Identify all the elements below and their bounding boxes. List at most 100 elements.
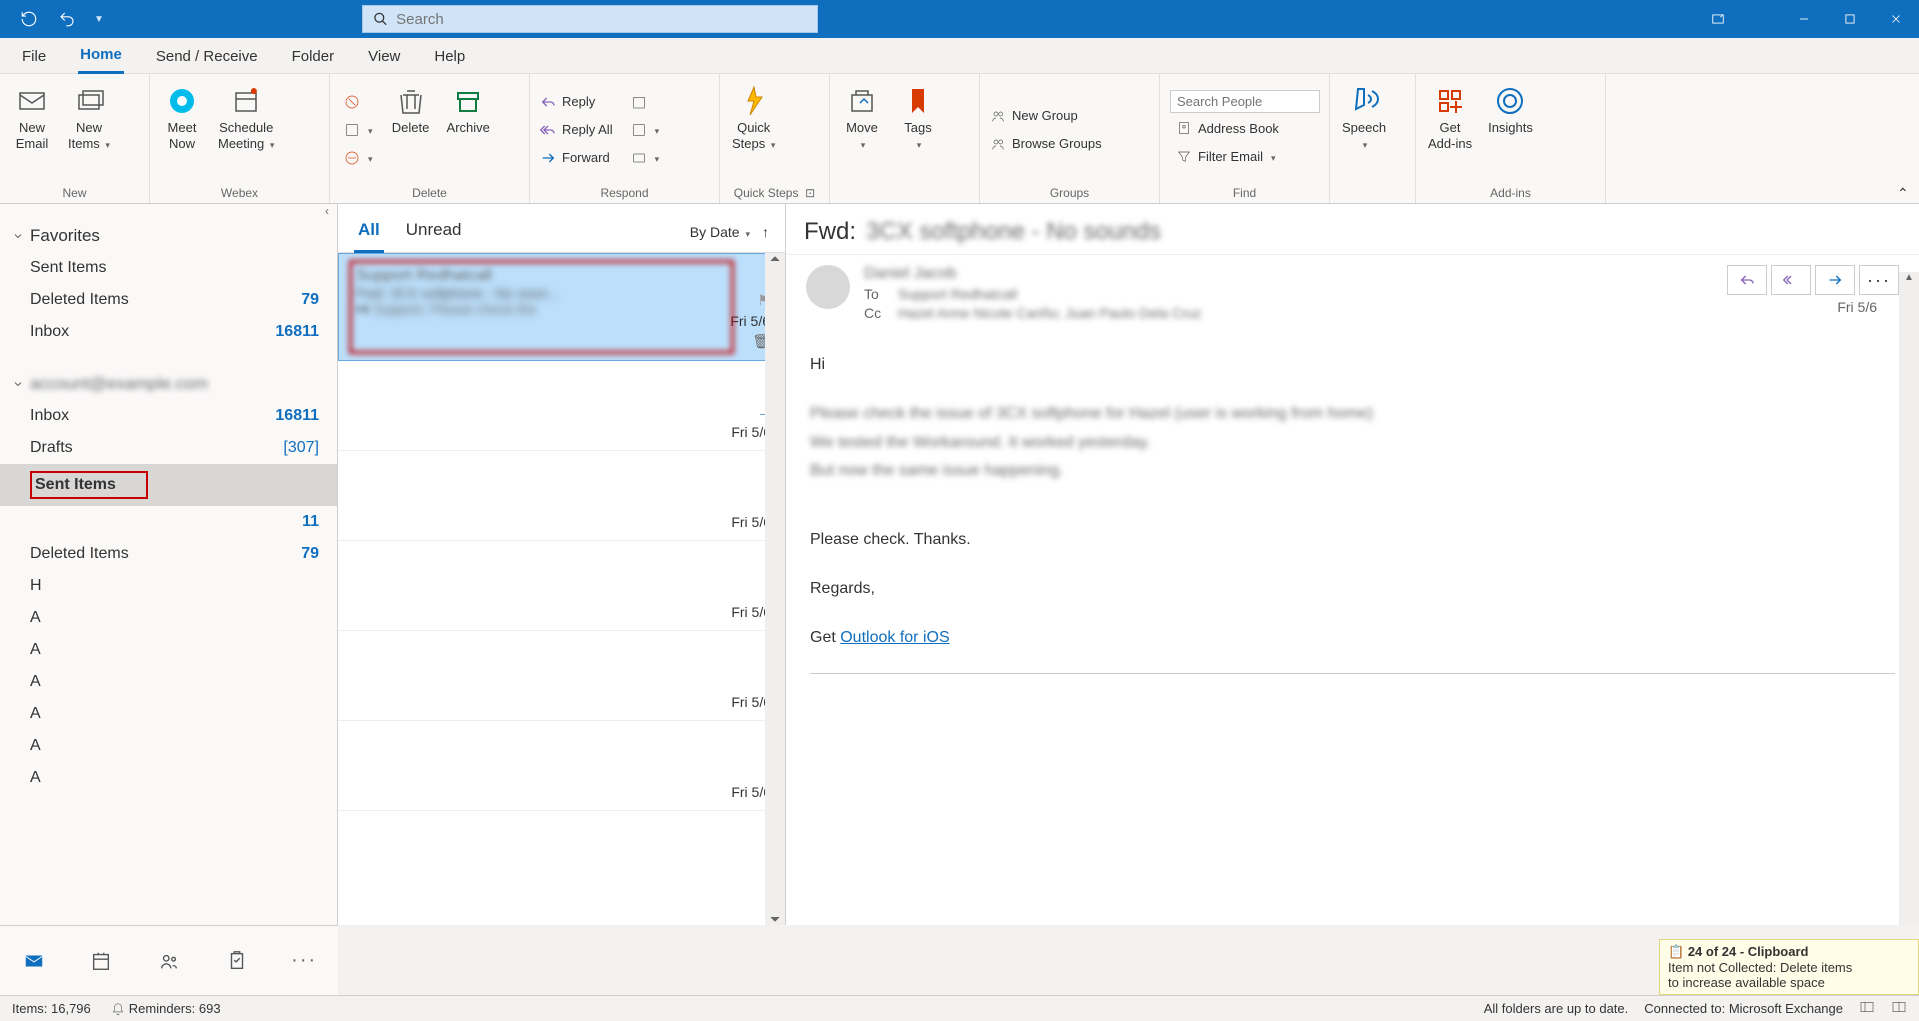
outlook-ios-link[interactable]: Outlook for iOS — [840, 629, 949, 646]
search-box[interactable] — [362, 5, 818, 33]
insights-button[interactable]: Insights — [1480, 78, 1541, 181]
reply-button[interactable]: Reply — [534, 89, 619, 115]
tab-unread[interactable]: Unread — [402, 212, 466, 252]
search-input[interactable] — [396, 11, 807, 28]
tags-button[interactable]: Tags — [890, 78, 946, 181]
forward-action-button[interactable] — [1815, 265, 1855, 295]
message-item[interactable]: Support RedhatcallFwd: 3CX softphone - N… — [338, 253, 785, 361]
qat-dropdown-icon[interactable]: ▼ — [90, 4, 108, 34]
message-item[interactable]: Fri 5/6 — [338, 541, 785, 631]
group-label-new: New — [0, 185, 149, 203]
tab-view[interactable]: View — [366, 42, 402, 73]
tab-all[interactable]: All — [354, 212, 384, 253]
new-items-button[interactable]: NewItems — [60, 78, 118, 181]
more-views-icon[interactable]: ··· — [284, 941, 324, 981]
reply-action-button[interactable] — [1727, 265, 1767, 295]
tab-help[interactable]: Help — [432, 42, 467, 73]
tab-send-receive[interactable]: Send / Receive — [154, 42, 260, 73]
message-item[interactable]: Fri 5/6 — [338, 721, 785, 811]
schedule-meeting-button[interactable]: ●ScheduleMeeting — [210, 78, 282, 181]
email-subject: Fwd: 3CX softphone - No sounds — [786, 204, 1919, 254]
folder-item[interactable]: Inbox16811 — [0, 400, 337, 432]
group-label-groups: Groups — [980, 185, 1159, 203]
folder-item[interactable]: A — [0, 602, 337, 634]
clipboard-notification[interactable]: 📋 24 of 24 - Clipboard Item not Collecte… — [1659, 939, 1919, 995]
list-scrollbar[interactable] — [765, 253, 785, 925]
folder-item[interactable]: Drafts[307] — [0, 432, 337, 464]
new-email-button[interactable]: NewEmail — [4, 78, 60, 181]
reply-all-action-button[interactable] — [1771, 265, 1811, 295]
folder-item[interactable]: A — [0, 666, 337, 698]
status-bar: Items: 16,796 Reminders: 693 All folders… — [0, 995, 1919, 1021]
folder-item[interactable]: Sent Items — [0, 252, 337, 284]
reading-scrollbar[interactable]: ▲ — [1899, 272, 1919, 925]
get-addins-button[interactable]: GetAdd-ins — [1420, 78, 1480, 181]
minimize-button[interactable] — [1781, 0, 1827, 38]
cleanup-button[interactable] — [338, 117, 379, 143]
calendar-view-icon[interactable] — [81, 941, 121, 981]
group-label-move — [830, 185, 979, 203]
sort-reverse-button[interactable]: ↑ — [762, 224, 769, 240]
folder-item[interactable]: A — [0, 698, 337, 730]
status-reminders[interactable]: Reminders: 693 — [111, 1001, 221, 1016]
sender-avatar — [806, 265, 850, 309]
junk-button[interactable] — [338, 145, 379, 171]
folder-item[interactable]: Deleted Items79 — [0, 284, 337, 316]
browse-groups-button[interactable]: Browse Groups — [984, 131, 1108, 157]
group-label-respond: Respond — [530, 185, 719, 203]
folder-item[interactable]: H — [0, 570, 337, 602]
archive-button[interactable]: Archive — [439, 78, 498, 181]
favorites-header[interactable]: Favorites — [0, 220, 337, 252]
meeting-button[interactable] — [625, 89, 666, 115]
message-item[interactable]: →Fri 5/6 — [338, 361, 785, 451]
reading-pane: Fwd: 3CX softphone - No sounds Daniel Ja… — [786, 204, 1919, 925]
view-reading-icon[interactable] — [1891, 999, 1907, 1018]
group-label-find: Find — [1160, 185, 1329, 203]
email-body: Hi Please check the issue of 3CX softpho… — [786, 331, 1919, 925]
coming-soon-icon[interactable] — [1695, 0, 1741, 38]
ignore-button[interactable] — [338, 89, 379, 115]
move-button[interactable]: Move — [834, 78, 890, 181]
folder-item[interactable]: A — [0, 762, 337, 794]
quick-refresh-icon[interactable] — [14, 4, 44, 34]
folder-item[interactable]: Sent Items — [0, 464, 337, 506]
search-icon — [373, 11, 388, 27]
quick-steps-button[interactable]: QuickSteps — [724, 78, 783, 181]
sort-button[interactable]: By Date — [690, 224, 750, 240]
share-button[interactable] — [625, 117, 666, 143]
maximize-button[interactable] — [1827, 0, 1873, 38]
more-respond-button[interactable] — [625, 145, 666, 171]
account-header[interactable]: account@example.com — [0, 368, 337, 400]
search-people-input[interactable] — [1170, 90, 1320, 113]
tasks-view-icon[interactable] — [217, 941, 257, 981]
forward-button[interactable]: Forward — [534, 145, 619, 171]
reply-all-button[interactable]: Reply All — [534, 117, 619, 143]
folder-item[interactable]: A — [0, 634, 337, 666]
view-normal-icon[interactable] — [1859, 999, 1875, 1018]
folder-item[interactable]: Inbox16811 — [0, 316, 337, 348]
mail-view-icon[interactable] — [14, 941, 54, 981]
main-area: ‹ Favorites Sent ItemsDeleted Items79Inb… — [0, 204, 1919, 925]
tab-home[interactable]: Home — [78, 40, 124, 74]
address-book-button[interactable]: Address Book — [1170, 115, 1319, 141]
collapse-ribbon-button[interactable]: ⌃ — [1897, 185, 1913, 201]
group-label-addins: Add-ins — [1416, 185, 1605, 203]
folder-item[interactable]: Deleted Items79 — [0, 538, 337, 570]
speech-button[interactable]: Speech — [1334, 78, 1394, 181]
collapse-nav-button[interactable]: ‹ — [0, 204, 337, 220]
new-group-button[interactable]: New Group — [984, 103, 1108, 129]
folder-item[interactable]: A — [0, 730, 337, 762]
close-button[interactable] — [1873, 0, 1919, 38]
nav-bottom-bar: ··· — [0, 925, 338, 995]
message-item[interactable]: Fri 5/6 — [338, 631, 785, 721]
folder-item[interactable]: 11 — [0, 506, 337, 538]
tab-folder[interactable]: Folder — [290, 42, 337, 73]
more-actions-button[interactable]: ··· — [1859, 265, 1899, 295]
message-item[interactable]: Fri 5/6 — [338, 451, 785, 541]
meet-now-button[interactable]: MeetNow — [154, 78, 210, 181]
people-view-icon[interactable] — [149, 941, 189, 981]
delete-button[interactable]: Delete — [383, 78, 439, 181]
undo-icon[interactable] — [52, 4, 82, 34]
filter-email-button[interactable]: Filter Email — [1170, 143, 1319, 169]
tab-file[interactable]: File — [20, 42, 48, 73]
